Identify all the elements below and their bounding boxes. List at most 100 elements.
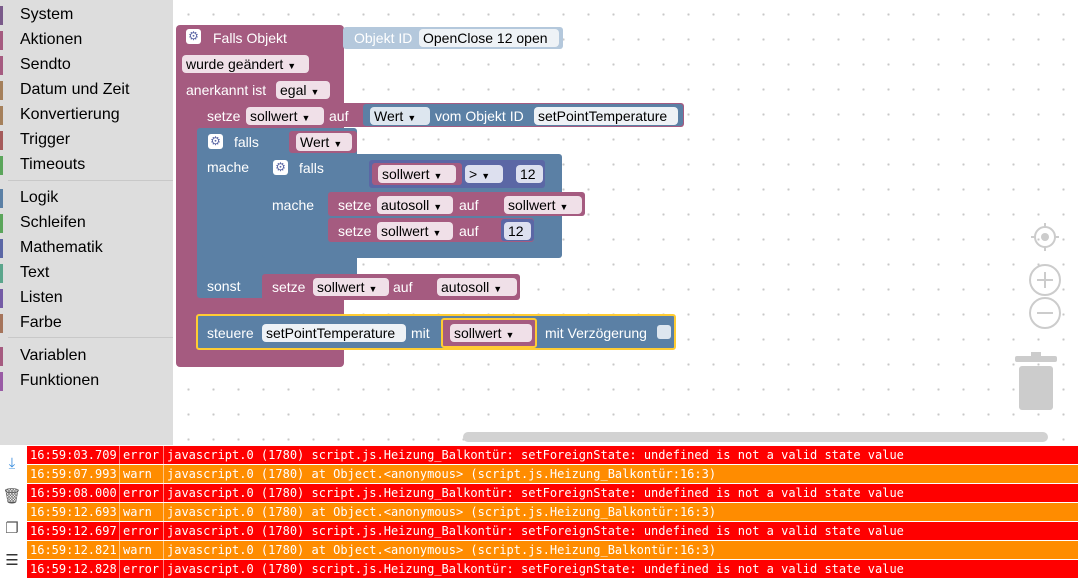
center-target-icon[interactable] bbox=[1030, 222, 1060, 252]
delay-checkbox[interactable] bbox=[657, 325, 671, 339]
toolbox-item[interactable]: Trigger bbox=[0, 128, 173, 153]
toolbox-item[interactable]: Sendto bbox=[0, 53, 173, 78]
chevron-down-icon: ▼ bbox=[559, 202, 569, 212]
log-time: 16:59:07.993 bbox=[30, 467, 117, 481]
download-icon[interactable]: ⤓ bbox=[1, 455, 23, 475]
toolbox-item[interactable]: Text bbox=[0, 261, 173, 286]
value-dropdown-4[interactable]: autosoll ▼ bbox=[437, 278, 517, 296]
value-name-2: sollwert bbox=[508, 197, 556, 213]
auf-label-4: auf bbox=[393, 279, 413, 295]
toolbox-item[interactable]: Aktionen bbox=[0, 28, 173, 53]
log-col-divider bbox=[163, 446, 164, 464]
toolbox-item-label: System bbox=[20, 6, 74, 23]
log-message: javascript.0 (1780) script.js.Heizung_Ba… bbox=[167, 486, 904, 500]
toolbox-item[interactable]: Datum und Zeit bbox=[0, 78, 173, 103]
wert-dropdown[interactable]: Wert ▼ bbox=[370, 107, 430, 125]
setze-label-4: setze bbox=[272, 279, 306, 295]
cond-dropdown[interactable]: Wert ▼ bbox=[296, 133, 352, 151]
objekt-id-field[interactable]: OpenClose 12 open bbox=[419, 29, 559, 47]
variable-dropdown-3[interactable]: sollwert ▼ bbox=[377, 222, 453, 240]
variable-dropdown-2[interactable]: autosoll ▼ bbox=[377, 196, 453, 214]
category-color-bar bbox=[0, 31, 3, 50]
delay-label: mit Verzögerung bbox=[545, 325, 647, 341]
log-message: javascript.0 (1780) at Object.<anonymous… bbox=[167, 543, 717, 557]
toolbox-item[interactable]: Funktionen bbox=[0, 369, 173, 394]
log-time: 16:59:12.828 bbox=[30, 562, 117, 576]
toolbox-item[interactable]: Logik bbox=[0, 186, 173, 211]
chevron-down-icon: ▼ bbox=[333, 139, 343, 149]
toolbox-item[interactable]: Schleifen bbox=[0, 211, 173, 236]
compare-var-dropdown[interactable]: sollwert ▼ bbox=[378, 165, 456, 183]
log-row: 16:59:03.709 error javascript.0 (1780) scr… bbox=[27, 446, 1078, 464]
blockly-workspace[interactable]: ⚙ Falls Objekt Objekt ID OpenClose 12 op… bbox=[173, 0, 1078, 445]
zoom-in-icon[interactable] bbox=[1028, 263, 1062, 297]
steuere-object-field[interactable]: setPointTemperature bbox=[262, 324, 406, 342]
toolbox-item[interactable]: Farbe bbox=[0, 311, 173, 336]
toolbox-item[interactable]: Timeouts bbox=[0, 153, 173, 178]
sonst-label: sonst bbox=[207, 278, 241, 294]
toolbox-item-label: Logik bbox=[20, 189, 59, 206]
compare-var-name: sollwert bbox=[382, 166, 430, 182]
value-dropdown-2[interactable]: sollwert ▼ bbox=[504, 196, 582, 214]
settings-gear-icon[interactable]: ⚙ bbox=[186, 29, 201, 44]
variable-name-4: sollwert bbox=[317, 279, 365, 295]
operator-dropdown[interactable]: > ▼ bbox=[465, 165, 503, 183]
toolbox-separator bbox=[8, 337, 173, 338]
steuere-var-dropdown[interactable]: sollwert ▼ bbox=[450, 324, 532, 342]
category-color-bar bbox=[0, 264, 3, 283]
category-color-bar bbox=[0, 239, 3, 258]
log-toolbar: ⤓ 🗑 ❐ ☰ bbox=[0, 445, 27, 578]
variable-dropdown[interactable]: sollwert ▼ bbox=[246, 107, 324, 125]
toolbox-item[interactable]: System bbox=[0, 3, 173, 28]
zoom-out-icon[interactable] bbox=[1028, 296, 1062, 330]
variable-dropdown-4[interactable]: sollwert ▼ bbox=[313, 278, 389, 296]
log-level: warn bbox=[123, 543, 152, 557]
log-row: 16:59:12.821 warn javascript.0 (1780) at O… bbox=[27, 541, 1078, 559]
log-col-divider bbox=[119, 522, 120, 540]
anerkannt-label: anerkannt ist bbox=[186, 82, 267, 98]
delete-icon[interactable]: 🗑 bbox=[1, 487, 23, 507]
settings-gear-icon[interactable]: ⚙ bbox=[273, 160, 288, 175]
copy-icon[interactable]: ❐ bbox=[1, 519, 23, 539]
toolbox-item-label: Konvertierung bbox=[20, 106, 120, 123]
mit-label: mit bbox=[411, 325, 430, 341]
category-color-bar bbox=[0, 347, 3, 366]
category-color-bar bbox=[0, 156, 3, 175]
chevron-down-icon: ▼ bbox=[301, 113, 311, 123]
number-field-2[interactable]: 12 bbox=[504, 222, 531, 240]
log-time: 16:59:12.821 bbox=[30, 543, 117, 557]
auf-label-2: auf bbox=[459, 197, 479, 213]
trigger-title: Falls Objekt bbox=[213, 30, 287, 46]
wurde-geaendert-label: wurde geändert bbox=[186, 56, 284, 72]
log-message: javascript.0 (1780) script.js.Heizung_Ba… bbox=[167, 448, 904, 462]
setze-label: setze bbox=[207, 108, 241, 124]
toolbox-item-label: Text bbox=[20, 264, 50, 281]
toolbox-item[interactable]: Mathematik bbox=[0, 236, 173, 261]
settings-gear-icon[interactable]: ⚙ bbox=[208, 134, 223, 149]
log-row: 16:59:12.828 error javascript.0 (1780) scr… bbox=[27, 560, 1078, 578]
horizontal-scrollbar[interactable] bbox=[463, 432, 1048, 442]
chevron-down-icon: ▼ bbox=[505, 330, 515, 340]
steuere-label: steuere bbox=[207, 325, 254, 341]
variable-name-3: sollwert bbox=[381, 223, 429, 239]
chevron-down-icon: ▼ bbox=[432, 228, 442, 238]
log-col-divider bbox=[119, 541, 120, 559]
toolbox-item-label: Timeouts bbox=[20, 156, 86, 173]
log-row: 16:59:12.697 error javascript.0 (1780) scr… bbox=[27, 522, 1078, 540]
toolbox-item[interactable]: Listen bbox=[0, 286, 173, 311]
log-panel: ⤓ 🗑 ❐ ☰ 16:59:03.709 error javascript.0 (1… bbox=[0, 445, 1078, 578]
wurde-geaendert-dropdown[interactable]: wurde geändert ▼ bbox=[182, 55, 309, 73]
list-icon[interactable]: ☰ bbox=[1, 551, 23, 571]
variable-name: sollwert bbox=[250, 108, 298, 124]
log-message: javascript.0 (1780) script.js.Heizung_Ba… bbox=[167, 562, 904, 576]
wert-label: Wert bbox=[374, 108, 404, 124]
objekt-id-field-2[interactable]: setPointTemperature bbox=[534, 107, 678, 125]
log-time: 16:59:12.693 bbox=[30, 505, 117, 519]
log-level: error bbox=[123, 486, 160, 500]
toolbox-item[interactable]: Konvertierung bbox=[0, 103, 173, 128]
anerkannt-dropdown[interactable]: egal ▼ bbox=[276, 81, 330, 99]
number-field[interactable]: 12 bbox=[516, 165, 543, 183]
log-col-divider bbox=[163, 560, 164, 578]
trash-icon[interactable] bbox=[1013, 352, 1061, 412]
toolbox-item[interactable]: Variablen bbox=[0, 344, 173, 369]
